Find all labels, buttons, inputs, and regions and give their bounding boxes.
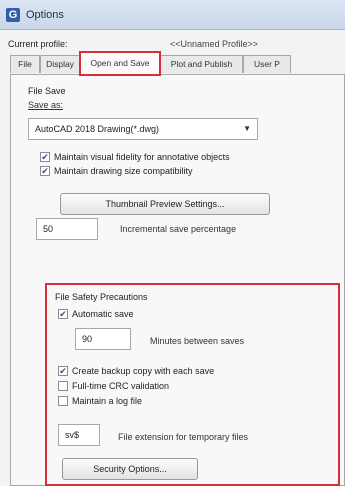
tab-display[interactable]: Display (40, 55, 80, 73)
temp-file-extension-input[interactable]: sv$ (58, 424, 100, 446)
save-as-dropdown[interactable]: AutoCAD 2018 Drawing(*.dwg) ▼ (28, 118, 258, 140)
save-as-label: Save as: (28, 100, 64, 110)
crc-validation-checkbox[interactable] (58, 381, 68, 391)
tab-file[interactable]: File (10, 55, 40, 73)
window-title: Options (26, 9, 64, 21)
tab-plot-and-publish[interactable]: Plot and Publish (160, 55, 243, 73)
maintain-drawing-size-checkbox[interactable]: ✔ (40, 166, 50, 176)
file-safety-title: File Safety Precautions (55, 292, 148, 302)
temp-file-extension-label: File extension for temporary files (118, 432, 249, 442)
maintain-visual-fidelity-checkbox[interactable]: ✔ (40, 152, 50, 162)
thumbnail-preview-settings-button[interactable]: Thumbnail Preview Settings... (60, 193, 270, 215)
automatic-save-checkbox[interactable]: ✔ (58, 309, 68, 319)
log-file-label: Maintain a log file (72, 396, 143, 406)
backup-copy-label: Create backup copy with each save (72, 366, 215, 376)
backup-copy-checkbox[interactable]: ✔ (58, 366, 68, 376)
security-options-button[interactable]: Security Options... (62, 458, 198, 480)
tab-user-preferences[interactable]: User P (243, 55, 291, 73)
log-file-option[interactable]: Maintain a log file (58, 396, 142, 406)
minutes-between-saves-label: Minutes between saves (150, 336, 245, 346)
maintain-visual-fidelity-label: Maintain visual fidelity for annotative … (54, 152, 230, 162)
automatic-save-option[interactable]: ✔ Automatic save (58, 309, 134, 319)
log-file-checkbox[interactable] (58, 396, 68, 406)
title-bar: G Options (0, 0, 345, 30)
incremental-save-input[interactable]: 50 (36, 218, 98, 240)
minutes-between-saves-input[interactable]: 90 (75, 328, 131, 350)
maintain-visual-fidelity-option[interactable]: ✔ Maintain visual fidelity for annotativ… (40, 152, 230, 162)
file-save-title: File Save (28, 86, 66, 96)
crc-validation-label: Full-time CRC validation (72, 381, 170, 391)
crc-validation-option[interactable]: Full-time CRC validation (58, 381, 169, 391)
app-logo-icon: G (6, 8, 20, 22)
maintain-drawing-size-option[interactable]: ✔ Maintain drawing size compatibility (40, 166, 193, 176)
chevron-down-icon: ▼ (243, 124, 251, 133)
maintain-drawing-size-label: Maintain drawing size compatibility (54, 166, 193, 176)
backup-copy-option[interactable]: ✔ Create backup copy with each save (58, 366, 214, 376)
current-profile-value: <<Unnamed Profile>> (170, 39, 259, 49)
current-profile-label: Current profile: (8, 39, 68, 49)
tab-open-and-save[interactable]: Open and Save (79, 51, 161, 76)
save-as-value: AutoCAD 2018 Drawing(*.dwg) (35, 124, 160, 134)
incremental-save-label: Incremental save percentage (120, 224, 237, 234)
automatic-save-label: Automatic save (72, 309, 134, 319)
